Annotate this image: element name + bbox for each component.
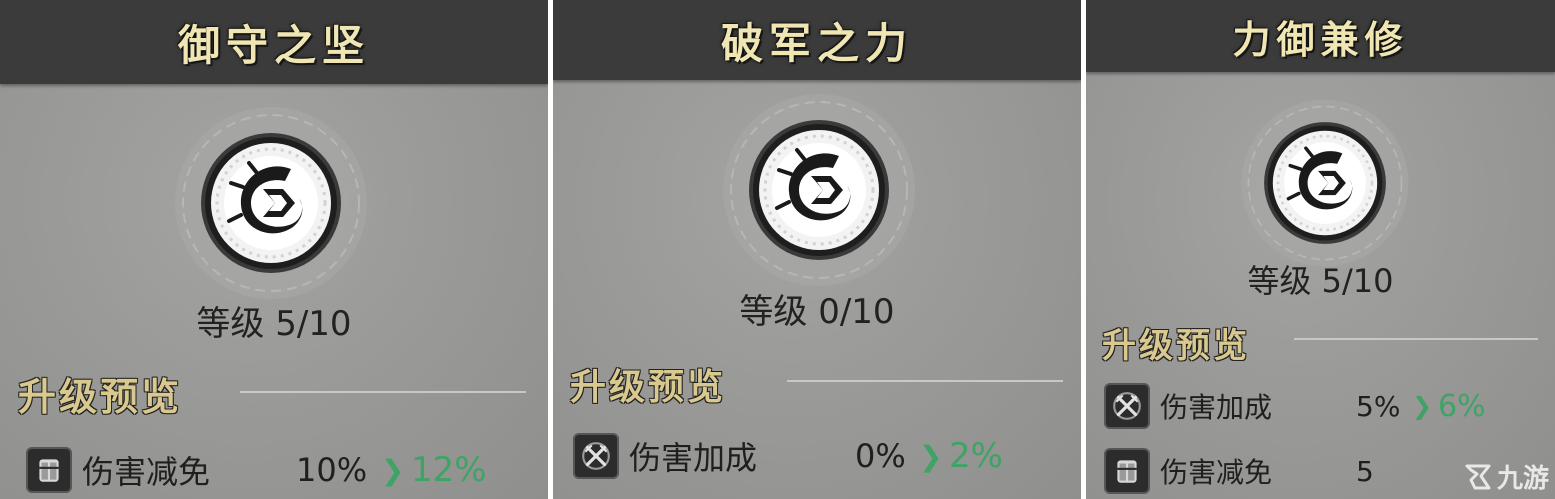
stat-next-value: 2% <box>949 436 1003 476</box>
stat-name: 伤害加成 <box>629 439 758 477</box>
section-divider <box>1294 338 1538 340</box>
stat-name: 伤害减免 <box>82 453 211 491</box>
talent-medallion-icon[interactable] <box>171 103 371 303</box>
fox-logo-icon <box>1465 464 1491 489</box>
upgrade-preview-title: 升级预览 <box>1102 326 1250 366</box>
level-label: 等级 0/10 <box>739 292 895 332</box>
increase-arrow-icon: ❯ <box>381 453 405 487</box>
level-label: 等级 5/10 <box>196 304 352 344</box>
stat-row: 伤害加成 5% ❯ 6% <box>1104 382 1544 430</box>
stat-row: 伤害加成 0% ❯ 2% <box>573 432 1073 480</box>
armor-icon <box>26 447 72 493</box>
panel-header: 破军之力 <box>553 0 1081 80</box>
stat-current-value: 5 <box>1356 454 1374 488</box>
stat-current-value: 0% <box>855 437 906 475</box>
increase-arrow-icon: ❯ <box>1412 392 1433 420</box>
upgrade-preview-title: 升级预览 <box>18 374 183 419</box>
panel-title: 力御兼修 <box>1232 16 1409 62</box>
talent-panel-2[interactable]: 破军之力 等级 0/10 升级预览 伤害加成 0% ❯ 2% <box>553 0 1081 499</box>
crossed-swords-icon <box>573 433 619 479</box>
talent-panel-3[interactable]: 力御兼修 等级 5/10 升级预览 伤害加成 5% ❯ 6% 伤害减免 5 九游 <box>1086 0 1555 499</box>
section-divider <box>240 391 526 393</box>
section-divider <box>787 380 1063 382</box>
talent-medallion-icon[interactable] <box>1238 96 1412 270</box>
stat-row: 伤害减免 10% ❯ 12% <box>26 446 536 494</box>
stat-next-value: 6% <box>1438 388 1486 424</box>
talent-panel-1[interactable]: 御守之坚 等级 5/10 升级预览 伤害减免 10% ❯ 12% <box>0 0 548 499</box>
panel-header: 力御兼修 <box>1086 0 1555 72</box>
stat-name: 伤害减免 <box>1160 456 1273 489</box>
stat-current-value: 10% <box>296 451 368 489</box>
armor-icon <box>1104 448 1150 494</box>
panel-title: 破军之力 <box>720 18 913 68</box>
watermark-text: 九游 <box>1496 464 1549 494</box>
talent-medallion-icon[interactable] <box>719 90 919 290</box>
stat-next-value: 12% <box>411 450 487 490</box>
level-label: 等级 5/10 <box>1247 262 1394 300</box>
stat-name: 伤害加成 <box>1160 391 1273 424</box>
watermark: 九游 <box>1461 458 1549 495</box>
upgrade-preview-title: 升级预览 <box>570 366 727 408</box>
increase-arrow-icon: ❯ <box>919 439 943 473</box>
crossed-swords-icon <box>1104 383 1150 429</box>
stat-current-value: 5% <box>1356 389 1401 423</box>
panel-title: 御守之坚 <box>177 20 370 70</box>
panel-header: 御守之坚 <box>0 0 548 84</box>
